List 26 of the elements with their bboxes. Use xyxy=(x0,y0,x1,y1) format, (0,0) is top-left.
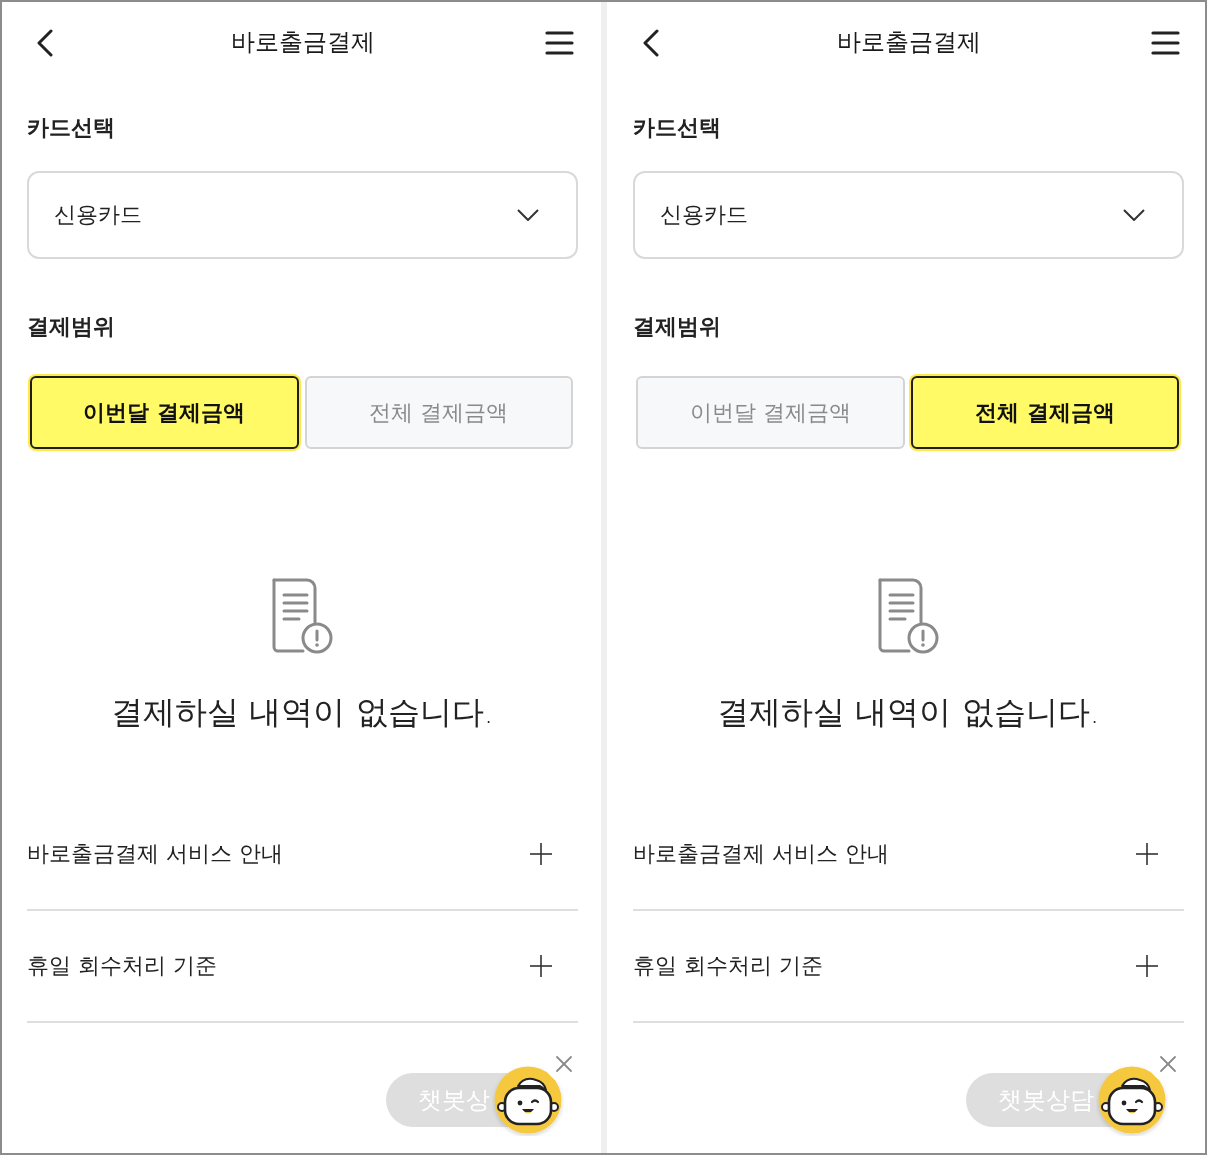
card-select[interactable]: 신용카드 xyxy=(27,171,578,259)
accordion-row[interactable]: 바로출금결제 서비스 안내 xyxy=(27,799,578,911)
section-label: 카드선택 xyxy=(27,114,115,142)
empty-message: 결제하실 내역이 없습니다. xyxy=(717,692,1100,733)
empty-message: 결제하실 내역이 없습니다. xyxy=(111,692,494,733)
document-alert-icon xyxy=(877,578,940,654)
menu-icon[interactable] xyxy=(1151,31,1180,55)
mascot-icon[interactable] xyxy=(492,1064,564,1136)
page-title: 바로출금결제 xyxy=(230,27,375,58)
back-icon[interactable] xyxy=(36,29,54,57)
range-option-button[interactable]: 전체 결제금액 xyxy=(910,376,1179,449)
chevron-down-icon xyxy=(1123,209,1145,221)
document-alert-icon xyxy=(271,578,334,654)
chevron-down-icon xyxy=(517,209,539,221)
back-icon[interactable] xyxy=(642,29,660,57)
accordion-row[interactable]: 휴일 회수처리 기준 xyxy=(27,911,578,1023)
section-label: 결제범위 xyxy=(27,313,115,341)
section-label: 카드선택 xyxy=(633,114,721,142)
card-select[interactable]: 신용카드 xyxy=(633,171,1184,259)
accordion-row[interactable]: 바로출금결제 서비스 안내 xyxy=(633,799,1184,911)
mascot-icon[interactable] xyxy=(1096,1064,1168,1136)
page-title: 바로출금결제 xyxy=(836,27,981,58)
menu-icon[interactable] xyxy=(545,31,574,55)
range-option-button[interactable]: 이번달 결제금액 xyxy=(30,376,299,449)
section-label: 결제범위 xyxy=(633,313,721,341)
accordion-row[interactable]: 휴일 회수처리 기준 xyxy=(633,911,1184,1023)
